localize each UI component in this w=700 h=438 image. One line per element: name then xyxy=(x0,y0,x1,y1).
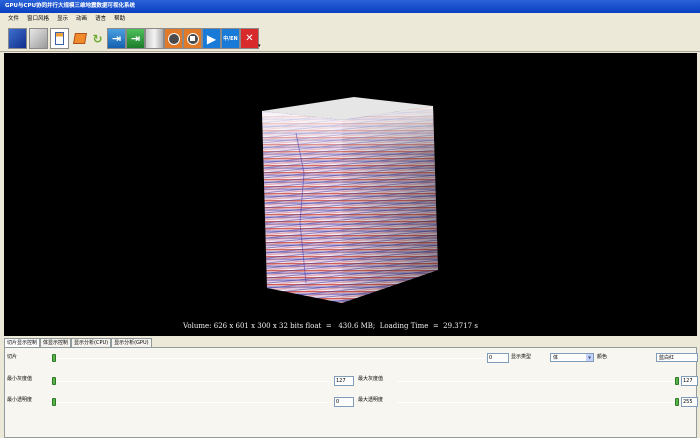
stop-icon[interactable] xyxy=(183,28,202,49)
slice-value-field[interactable]: 0 xyxy=(487,353,509,363)
max-gray-slider-track[interactable] xyxy=(397,381,677,382)
toolbar: ↻ ⇥ ⇥ ▶ 中/EN ✕ ▾ xyxy=(0,25,700,52)
menu-language[interactable]: 语言 xyxy=(95,13,106,25)
tab-analysis-gpu[interactable]: 显示分析(GPU) xyxy=(111,338,152,347)
window-title: GPU与CPU协同并行大规模三维地震数据可视化系统 xyxy=(0,0,700,13)
slice-label: 切片 xyxy=(7,354,18,360)
max-alpha-label: 最大透明度 xyxy=(358,397,384,403)
control-panel: 切片显示控制 体显示控制 显示分析(CPU) 显示分析(GPU) 切片 0 显示… xyxy=(4,337,698,438)
min-gray-slider-thumb[interactable] xyxy=(52,377,56,385)
open-folder-icon[interactable] xyxy=(70,28,89,49)
volume-status-text: Volume: 626 x 601 x 300 x 32 bits float … xyxy=(183,322,478,330)
min-gray-slider-track[interactable] xyxy=(54,381,332,382)
language-icon[interactable]: 中/EN xyxy=(221,28,240,49)
cylinder-icon[interactable] xyxy=(145,28,164,49)
tab-content: 切片 0 显示类型 体 ▼ 颜色 蓝白红 最小灰度值 127 最大灰度值 127… xyxy=(4,347,698,438)
max-alpha-value-field[interactable]: 255 xyxy=(681,397,698,407)
refresh-arrow-icon[interactable]: ↻ xyxy=(88,28,107,49)
color-value: 蓝白红 xyxy=(659,355,675,361)
chevron-down-icon: ▼ xyxy=(586,354,593,361)
color-select[interactable]: 蓝白红 xyxy=(656,353,698,362)
min-gray-value-field[interactable]: 127 xyxy=(334,376,354,386)
tab-analysis-cpu[interactable]: 显示分析(CPU) xyxy=(71,338,112,347)
display-type-label: 显示类型 xyxy=(511,354,532,360)
document-icon[interactable] xyxy=(50,28,69,49)
min-alpha-label: 最小透明度 xyxy=(7,397,33,403)
max-gray-slider-thumb[interactable] xyxy=(675,377,679,385)
menu-help[interactable]: 帮助 xyxy=(114,13,125,25)
max-alpha-slider-track[interactable] xyxy=(397,402,677,403)
menu-display[interactable]: 显示 xyxy=(57,13,68,25)
gray-square-icon[interactable] xyxy=(29,28,48,49)
min-gray-label: 最小灰度值 xyxy=(7,376,33,382)
tab-volume-display[interactable]: 体显示控制 xyxy=(40,338,72,347)
color-label: 颜色 xyxy=(597,354,608,360)
max-gray-label: 最大灰度值 xyxy=(358,376,384,382)
slice-slider-track[interactable] xyxy=(54,358,485,359)
toolbar-overflow-icon[interactable]: ▾ xyxy=(258,43,261,49)
blue-square-icon[interactable] xyxy=(8,28,27,49)
menu-window-style[interactable]: 窗口风格 xyxy=(27,13,49,25)
slice-slider-thumb[interactable] xyxy=(52,354,56,362)
max-gray-value-field[interactable]: 127 xyxy=(681,376,698,386)
max-alpha-slider-thumb[interactable] xyxy=(675,398,679,406)
menu-file[interactable]: 文件 xyxy=(8,13,19,25)
display-type-select[interactable]: 体 ▼ xyxy=(550,353,594,362)
close-icon[interactable]: ✕ xyxy=(240,28,259,49)
record-icon[interactable] xyxy=(164,28,183,49)
render-viewport[interactable]: Volume: 626 x 601 x 300 x 32 bits float … xyxy=(4,53,697,336)
play-icon[interactable]: ▶ xyxy=(202,28,221,49)
min-alpha-slider-thumb[interactable] xyxy=(52,398,56,406)
min-alpha-slider-track[interactable] xyxy=(54,402,332,403)
menu-bar: 文件 窗口风格 显示 动画 语言 帮助 xyxy=(0,13,700,25)
display-type-value: 体 xyxy=(553,355,559,361)
import-arrow-icon[interactable]: ⇥ xyxy=(107,28,126,49)
menu-animation[interactable]: 动画 xyxy=(76,13,87,25)
export-arrow-icon[interactable]: ⇥ xyxy=(126,28,145,49)
seismic-volume-render xyxy=(262,97,438,303)
min-alpha-value-field[interactable]: 0 xyxy=(334,397,354,407)
